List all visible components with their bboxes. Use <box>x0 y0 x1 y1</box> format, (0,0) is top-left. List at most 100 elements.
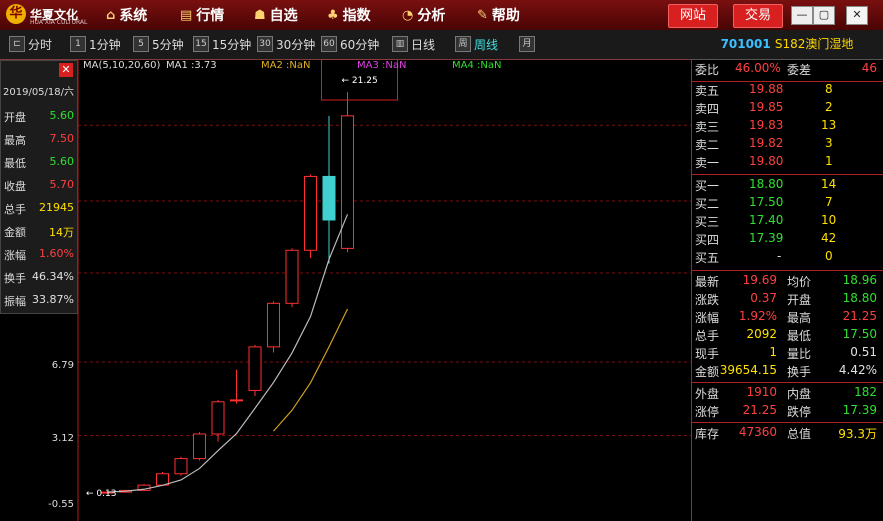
candle-body[interactable] <box>230 399 243 402</box>
tab-60min[interactable]: 60 60分钟 <box>321 35 379 53</box>
y-tick-label: 6.79 <box>51 360 74 371</box>
ask-label: 卖二 <box>695 138 720 152</box>
candle-body[interactable] <box>211 401 225 435</box>
info-label: 开盘 <box>4 111 26 124</box>
trade-button[interactable]: 交易 <box>733 4 783 28</box>
bid-label: 买一 <box>695 179 720 193</box>
stat-value: 1.92% <box>738 309 777 323</box>
ask-label: 卖三 <box>695 120 720 134</box>
bid-volume: 42 <box>821 231 837 245</box>
stock-name: S182澳门湿地 <box>774 37 854 51</box>
y-tick-label: -0.55 <box>48 499 74 510</box>
ask-row[interactable]: 卖五 19.88 8 <box>695 82 881 100</box>
stat-label: 量比 <box>787 347 812 361</box>
ask-row[interactable]: 卖二 19.82 3 <box>695 136 881 154</box>
bid-row[interactable]: 买一 18.80 14 <box>695 177 881 195</box>
bid-row[interactable]: 买二 17.50 7 <box>695 195 881 213</box>
tab-daily[interactable]: ▥ 日线 <box>392 35 435 53</box>
stat-label: 总手 <box>695 329 720 343</box>
menu-help[interactable]: ✎ 帮助 <box>477 5 520 25</box>
menu-watchlist[interactable]: ☗ 自选 <box>254 5 298 25</box>
tab-monthly[interactable]: 月 <box>519 35 538 53</box>
close-icon[interactable]: ✕ <box>59 63 73 77</box>
menu-quotes[interactable]: ▤ 行情 <box>180 5 224 25</box>
ma1-line <box>106 214 349 493</box>
bid-row[interactable]: 买三 17.40 10 <box>695 213 881 231</box>
stat-label: 开盘 <box>787 293 812 307</box>
info-value: 1.60% <box>39 247 74 260</box>
tab-5min[interactable]: 5 5分钟 <box>133 35 184 53</box>
info-row-close: 收盘 5.70 <box>4 178 74 194</box>
minimize-button[interactable]: — <box>791 6 813 25</box>
close-button[interactable]: ✕ <box>846 6 868 25</box>
candle-body[interactable] <box>156 473 169 486</box>
candle-body[interactable] <box>267 302 280 348</box>
tab-30min[interactable]: 30 30分钟 <box>257 35 315 53</box>
maximize-button[interactable]: ▢ <box>813 6 835 25</box>
ma4-legend: MA4 :NaN <box>452 60 502 71</box>
info-label: 收盘 <box>4 180 26 193</box>
ma1-legend: MA1 :3.73 <box>166 60 217 71</box>
candlestick-chart[interactable]: ← 21.25 ← 0.13 <box>0 59 692 521</box>
website-button[interactable]: 网站 <box>668 4 718 28</box>
ask-row[interactable]: 卖一 19.80 1 <box>695 154 881 172</box>
bid-row[interactable]: 买五 - 0 <box>695 249 881 267</box>
stat-value: 47360 <box>738 425 777 439</box>
candle-body[interactable] <box>285 249 299 304</box>
candle-body[interactable] <box>248 346 262 391</box>
info-label: 振幅 <box>4 295 26 308</box>
tab-1min[interactable]: 1 1分钟 <box>70 35 121 53</box>
menu-analysis[interactable]: ◔ 分析 <box>402 5 445 25</box>
tab-label: 30分钟 <box>276 37 316 52</box>
stat-label: 现手 <box>695 347 720 361</box>
stat-label: 金额 <box>695 365 720 379</box>
ma2-legend: MA2 :NaN <box>261 60 311 71</box>
candle-body[interactable] <box>341 115 354 249</box>
info-row-amplitude: 振幅 33.87% <box>4 293 74 309</box>
info-value: 33.87% <box>32 293 74 306</box>
tab-label: 分时 <box>28 37 53 52</box>
stat-label: 最低 <box>787 329 812 343</box>
menu-system[interactable]: ⌂ 系统 <box>106 5 147 25</box>
stat-label: 均价 <box>787 275 812 289</box>
tab-label: 5分钟 <box>152 37 184 52</box>
stat-value: 2092 <box>746 327 777 341</box>
tab-weekly[interactable]: 周周线 <box>455 35 498 53</box>
tab-key: 1 <box>70 36 86 52</box>
bid-row[interactable]: 买四 17.39 42 <box>695 231 881 249</box>
candle-body[interactable] <box>174 458 188 475</box>
bid-volume: 14 <box>821 177 837 191</box>
bid-price: 18.80 <box>749 177 784 191</box>
stat-value: 18.80 <box>842 291 877 305</box>
tab-label: 日线 <box>411 37 436 52</box>
ask-label: 卖五 <box>695 84 720 98</box>
bid-volume: 0 <box>825 249 833 263</box>
candle-body[interactable] <box>193 433 206 460</box>
menu-label: 系统 <box>119 8 148 24</box>
stat-value: 18.96 <box>842 273 877 287</box>
stat-label: 内盘 <box>787 387 812 401</box>
tab-label: 15分钟 <box>212 37 252 52</box>
stat-label: 库存 <box>695 427 720 441</box>
chart-icon: ▤ <box>180 7 193 23</box>
stat-row: 金额 39654.15 换手 4.42% <box>695 363 881 381</box>
menu-label: 行情 <box>196 8 225 24</box>
menu-label: 指数 <box>342 8 371 24</box>
menu-index[interactable]: ♣ 指数 <box>327 5 371 25</box>
stat-value: 17.39 <box>842 403 877 417</box>
candle-body[interactable] <box>304 175 317 251</box>
ask-row[interactable]: 卖三 19.83 13 <box>695 118 881 136</box>
stat-label: 换手 <box>787 365 812 379</box>
info-value: 21945 <box>39 201 74 214</box>
ask-price: 19.88 <box>749 82 784 96</box>
tab-timeshare[interactable]: ⊏ 分时 <box>9 35 52 53</box>
low-price-label: ← 0.13 <box>86 489 116 499</box>
ma2-line <box>273 308 349 432</box>
ask-price: 19.85 <box>749 100 784 114</box>
info-value: 5.70 <box>49 178 75 191</box>
info-value: 5.60 <box>49 109 75 122</box>
candle-body[interactable] <box>322 175 336 221</box>
ask-row[interactable]: 卖四 19.85 2 <box>695 100 881 118</box>
tab-15min[interactable]: 15 15分钟 <box>193 35 251 53</box>
ask-volume: 13 <box>821 118 837 132</box>
